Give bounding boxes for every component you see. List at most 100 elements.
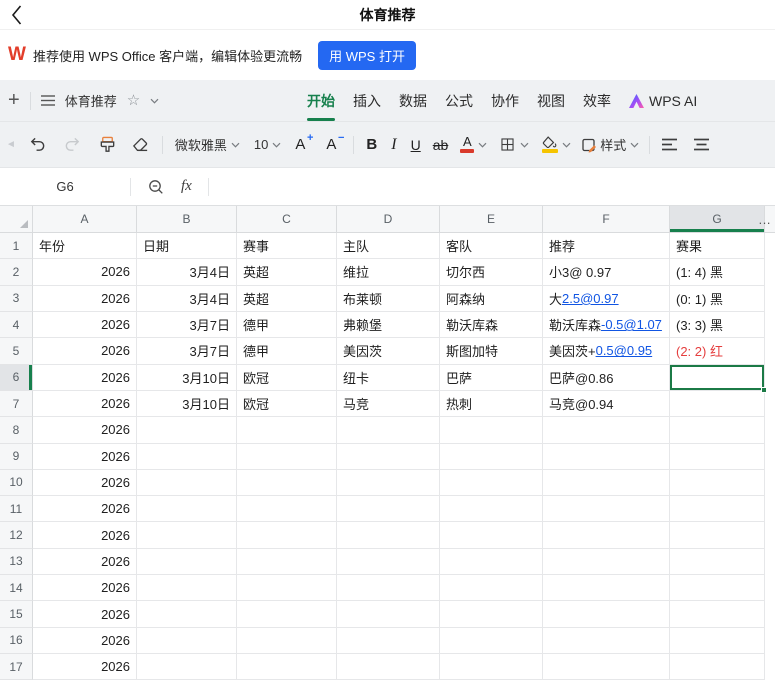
cell-G8[interactable] (670, 417, 765, 444)
collapse-toolbar-button[interactable]: ◄ (6, 139, 16, 150)
cell-B1[interactable]: 日期 (137, 233, 237, 260)
cell-C17[interactable] (237, 654, 337, 681)
align-left-button[interactable] (662, 138, 678, 151)
col-header-C[interactable]: C (237, 206, 337, 233)
cell-B2[interactable]: 3月4日 (137, 259, 237, 286)
open-in-wps-button[interactable]: 用 WPS 打开 (318, 40, 416, 70)
cell-D2[interactable]: 维拉 (337, 259, 440, 286)
cell-A7[interactable]: 2026 (33, 390, 137, 418)
cell-G14[interactable] (670, 575, 765, 602)
cell-F14[interactable] (543, 575, 670, 602)
cell-E12[interactable] (440, 522, 543, 549)
italic-button[interactable]: I (391, 136, 396, 154)
formula-input[interactable] (209, 168, 775, 205)
cell-C10[interactable] (237, 469, 337, 497)
tab-wps-ai[interactable]: WPS AI (629, 93, 697, 109)
cell-G4[interactable]: (3: 3) 黑 (670, 311, 765, 339)
row-header-2[interactable]: 2 (0, 259, 33, 286)
cell-styles-button[interactable]: 样式 (581, 135, 639, 154)
recommendation-link[interactable]: 2.5@0.97 (562, 291, 619, 306)
tab-insert[interactable]: 插入 (353, 91, 381, 111)
cell-D4[interactable]: 弗赖堡 (337, 311, 440, 339)
cell-E14[interactable] (440, 575, 543, 602)
cell-D6[interactable]: 纽卡 (337, 364, 440, 391)
col-header-E[interactable]: E (440, 206, 543, 233)
cell-reference-box[interactable]: G6 (0, 179, 130, 194)
insert-function-button[interactable]: fx (181, 178, 192, 195)
row-header-5[interactable]: 5 (0, 338, 33, 365)
cell-E16[interactable] (440, 627, 543, 654)
row-header-9[interactable]: 9 (0, 443, 33, 470)
col-header-B[interactable]: B (137, 206, 237, 233)
cell-A5[interactable]: 2026 (33, 338, 137, 365)
cell-F16[interactable] (543, 627, 670, 654)
cell-A4[interactable]: 2026 (33, 311, 137, 339)
cell-F10[interactable] (543, 469, 670, 497)
increase-font-button[interactable]: A + (295, 132, 313, 153)
col-header-A[interactable]: A (33, 206, 137, 233)
cell-D7[interactable]: 马竞 (337, 390, 440, 418)
cell-D3[interactable]: 布莱顿 (337, 285, 440, 312)
cell-F17[interactable] (543, 654, 670, 681)
cell-F11[interactable] (543, 496, 670, 523)
recommendation-link[interactable]: 0.5@0.95 (596, 343, 653, 358)
more-columns-button[interactable]: … (758, 206, 772, 233)
align-center-button[interactable] (694, 138, 710, 151)
row-header-12[interactable]: 12 (0, 522, 33, 549)
cell-E7[interactable]: 热刺 (440, 390, 543, 418)
cell-E17[interactable] (440, 654, 543, 681)
cell-B9[interactable] (137, 443, 237, 470)
cell-E2[interactable]: 切尔西 (440, 259, 543, 286)
cell-G5[interactable]: (2: 2) 红 (670, 338, 765, 365)
cell-C2[interactable]: 英超 (237, 259, 337, 286)
cell-B3[interactable]: 3月4日 (137, 285, 237, 312)
row-header-11[interactable]: 11 (0, 496, 33, 523)
cell-G2[interactable]: (1: 4) 黑 (670, 259, 765, 286)
cell-D16[interactable] (337, 627, 440, 654)
row-header-16[interactable]: 16 (0, 627, 33, 654)
col-header-G[interactable]: G (670, 206, 765, 233)
cell-D14[interactable] (337, 575, 440, 602)
format-painter-button[interactable] (98, 135, 117, 154)
bold-button[interactable]: B (366, 136, 377, 153)
cell-C13[interactable] (237, 548, 337, 576)
cell-B14[interactable] (137, 575, 237, 602)
cell-G17[interactable] (670, 654, 765, 681)
cell-G13[interactable] (670, 548, 765, 576)
tab-efficiency[interactable]: 效率 (583, 91, 611, 111)
decrease-font-button[interactable]: A − (326, 132, 344, 153)
row-header-15[interactable]: 15 (0, 601, 33, 628)
fill-handle[interactable] (761, 386, 767, 393)
font-size-select[interactable]: 10 (254, 137, 281, 152)
row-header-7[interactable]: 7 (0, 390, 33, 418)
cell-E10[interactable] (440, 469, 543, 497)
cell-C8[interactable] (237, 417, 337, 444)
cell-D8[interactable] (337, 417, 440, 444)
cell-D5[interactable]: 美因茨 (337, 338, 440, 365)
cell-B15[interactable] (137, 601, 237, 628)
new-sheet-button[interactable]: + (8, 90, 20, 110)
cell-B11[interactable] (137, 496, 237, 523)
tab-data[interactable]: 数据 (399, 91, 427, 111)
cell-F13[interactable] (543, 548, 670, 576)
zoom-out-button[interactable] (147, 178, 165, 196)
cell-F6[interactable]: 巴萨@0.86 (543, 364, 670, 391)
cell-G1[interactable]: 赛果 (670, 233, 765, 260)
tab-view[interactable]: 视图 (537, 91, 565, 111)
cell-D15[interactable] (337, 601, 440, 628)
cell-A12[interactable]: 2026 (33, 522, 137, 549)
cell-B8[interactable] (137, 417, 237, 444)
menu-button[interactable] (40, 95, 55, 106)
cell-D13[interactable] (337, 548, 440, 576)
col-header-F[interactable]: F (543, 206, 670, 233)
cell-E13[interactable] (440, 548, 543, 576)
cell-E1[interactable]: 客队 (440, 233, 543, 260)
cell-D9[interactable] (337, 443, 440, 470)
cell-A1[interactable]: 年份 (33, 233, 137, 260)
cell-G9[interactable] (670, 443, 765, 470)
cell-E4[interactable]: 勒沃库森 (440, 311, 543, 339)
cell-A3[interactable]: 2026 (33, 285, 137, 312)
borders-button[interactable] (499, 136, 529, 153)
cell-G6[interactable] (670, 364, 767, 393)
cell-B6[interactable]: 3月10日 (137, 364, 237, 391)
